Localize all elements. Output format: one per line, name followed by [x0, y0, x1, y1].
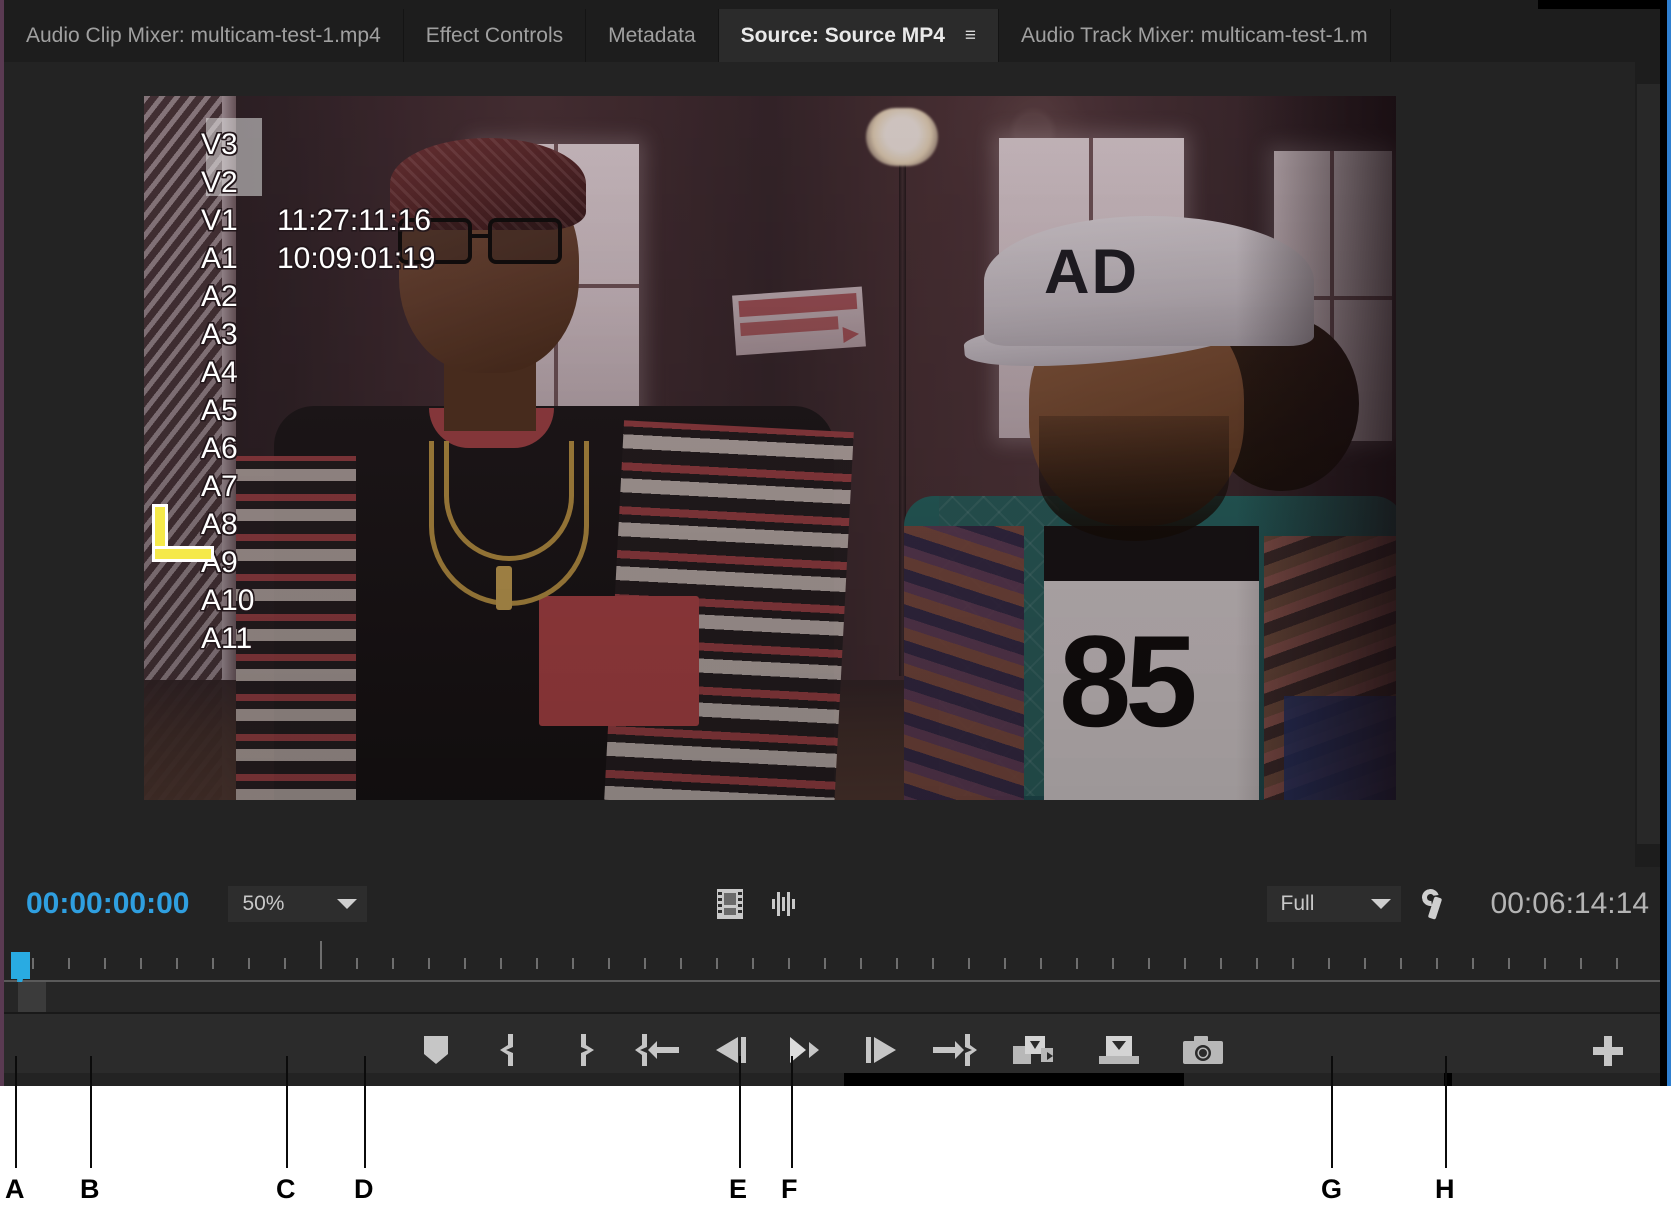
wrench-icon — [1419, 889, 1449, 919]
zoom-level-dropdown[interactable]: 50% — [228, 886, 367, 922]
track-row[interactable]: A5 — [201, 392, 435, 430]
panel-tab-bar: Audio Clip Mixer: multicam-test-1.mp4 Ef… — [4, 9, 1671, 62]
track-row[interactable]: V1 11:27:11:16 — [201, 202, 435, 240]
track-name: A8 — [201, 506, 277, 544]
track-row[interactable]: A9 — [201, 544, 435, 582]
track-name: V1 — [201, 202, 277, 240]
track-name: V2 — [201, 164, 277, 202]
current-timecode[interactable]: 00:00:00:00 — [26, 887, 189, 921]
callout-label-e: E — [729, 1174, 747, 1205]
tab-label: Source: Source MP4 — [741, 24, 945, 48]
playback-resolution-dropdown[interactable]: Full — [1267, 886, 1401, 922]
panel-menu-icon[interactable]: ≡ — [965, 26, 976, 45]
playhead[interactable] — [11, 952, 30, 979]
track-row[interactable]: A1 10:09:01:19 — [201, 240, 435, 278]
track-row[interactable]: A3 — [201, 316, 435, 354]
callout-label-a: A — [5, 1174, 25, 1205]
panel-top-strip — [4, 0, 1671, 9]
track-timecode: 11:27:11:16 — [277, 202, 431, 240]
timeline-scroll-thumb[interactable] — [18, 982, 46, 1012]
playback-resolution-value: Full — [1281, 892, 1315, 916]
chevron-down-icon — [337, 899, 357, 909]
track-name: A5 — [201, 392, 277, 430]
track-name: V3 — [201, 126, 277, 164]
track-row[interactable]: A11 — [201, 620, 435, 658]
callout-label-c: C — [276, 1174, 296, 1205]
tab-audio-track-mixer[interactable]: Audio Track Mixer: multicam-test-1.m — [999, 9, 1391, 62]
tab-effect-controls[interactable]: Effect Controls — [404, 9, 586, 62]
callout-label-h: H — [1435, 1174, 1455, 1205]
duration-timecode[interactable]: 00:06:14:14 — [1491, 887, 1649, 921]
track-name: A6 — [201, 430, 277, 468]
callout-label-d: D — [354, 1174, 374, 1205]
monitor-info-bar: 00:00:00:00 50% Full — [4, 878, 1671, 930]
panel-bottom-edge — [4, 1073, 1671, 1086]
chevron-down-icon — [1371, 899, 1391, 909]
panel-right-black-edge — [1660, 0, 1667, 1086]
track-name: A11 — [201, 620, 277, 658]
tab-bar-cap — [1538, 0, 1671, 9]
monitor-viewport[interactable]: 85 AD V3 V2 — [4, 62, 1671, 878]
zoom-level-value: 50% — [242, 892, 284, 916]
callout-legend: A B C D E F G H — [0, 1086, 1671, 1224]
audio-waveform-icon — [772, 891, 795, 917]
track-timecode: 10:09:01:19 — [277, 240, 435, 278]
drag-video-only-button[interactable] — [707, 884, 753, 924]
track-row[interactable]: A10 — [201, 582, 435, 620]
track-row[interactable]: A8 — [201, 506, 435, 544]
tab-label: Effect Controls — [426, 24, 563, 48]
screenshot-root: Audio Clip Mixer: multicam-test-1.mp4 Ef… — [0, 0, 1671, 1224]
tab-bar-filler — [1391, 9, 1671, 62]
callout-label-f: F — [781, 1174, 798, 1205]
callout-label-g: G — [1321, 1174, 1342, 1205]
filmstrip-icon — [717, 889, 743, 919]
time-ruler[interactable] — [4, 930, 1671, 977]
track-name: A2 — [201, 278, 277, 316]
track-name: A4 — [201, 354, 277, 392]
tab-label: Metadata — [608, 24, 696, 48]
tab-source[interactable]: Source: Source MP4 ≡ — [719, 9, 999, 62]
track-row[interactable]: V2 — [201, 164, 435, 202]
callout-label-b: B — [80, 1174, 100, 1205]
tab-label: Audio Clip Mixer: multicam-test-1.mp4 — [26, 24, 381, 48]
track-row[interactable]: A7 — [201, 468, 435, 506]
tab-audio-clip-mixer[interactable]: Audio Clip Mixer: multicam-test-1.mp4 — [4, 9, 404, 62]
settings-button[interactable] — [1401, 884, 1467, 924]
video-frame[interactable]: 85 AD V3 V2 — [144, 96, 1396, 800]
drag-audio-only-button[interactable] — [753, 884, 813, 924]
tab-label: Audio Track Mixer: multicam-test-1.m — [1021, 24, 1368, 48]
tab-metadata[interactable]: Metadata — [586, 9, 719, 62]
track-row[interactable]: A2 — [201, 278, 435, 316]
source-track-overlay: V3 V2 V1 11:27:11:16 A1 10:09:01:19 — [201, 126, 435, 658]
track-row[interactable]: A6 — [201, 430, 435, 468]
video-right-vignette — [1236, 96, 1396, 800]
track-row[interactable]: V3 — [201, 126, 435, 164]
time-ruler-ticks — [4, 952, 1671, 969]
source-monitor-panel: Audio Clip Mixer: multicam-test-1.mp4 Ef… — [0, 0, 1671, 1086]
track-name: A7 — [201, 468, 277, 506]
track-row[interactable]: A4 — [201, 354, 435, 392]
timeline-scrollbar[interactable] — [4, 982, 1671, 1012]
panel-focus-highlight — [1667, 0, 1671, 1086]
track-name: A10 — [201, 582, 277, 620]
track-name: A3 — [201, 316, 277, 354]
track-name: A1 — [201, 240, 277, 278]
